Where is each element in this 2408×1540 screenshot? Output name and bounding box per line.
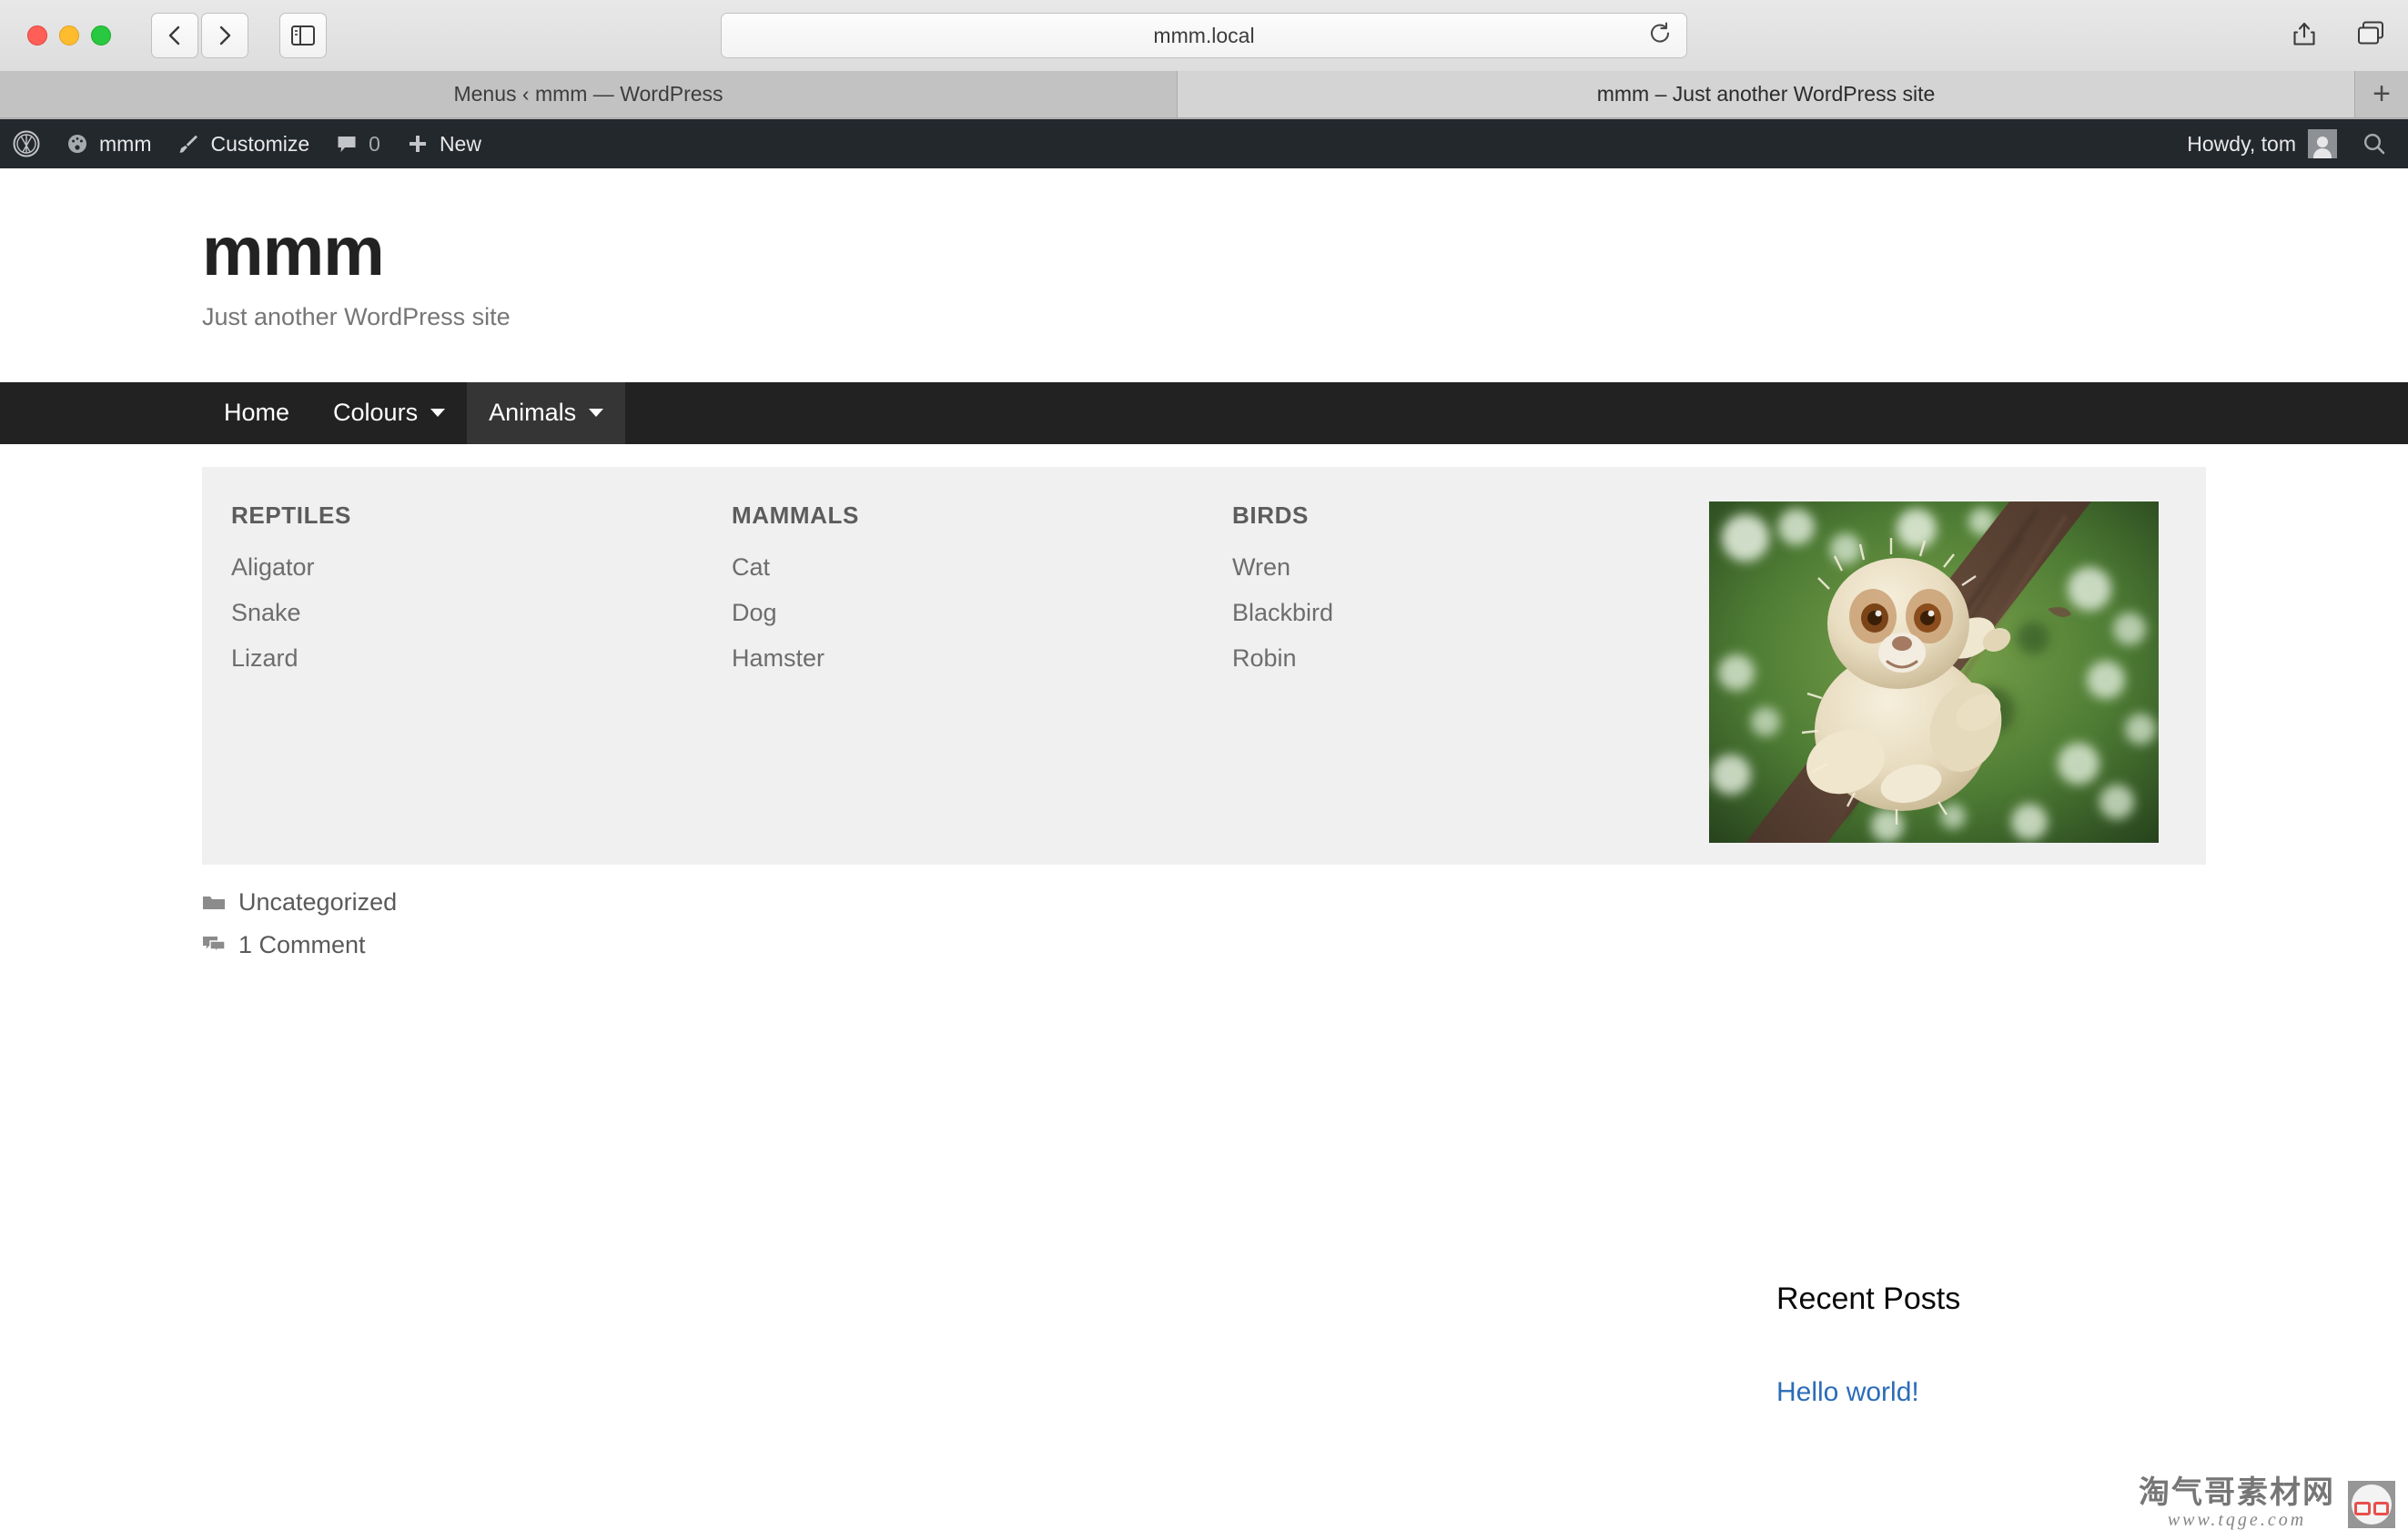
post-meta-category[interactable]: Uncategorized	[202, 888, 1658, 917]
nav-item-label: Colours	[333, 399, 419, 427]
show-all-tabs-button[interactable]	[2357, 21, 2384, 51]
watermark-url: www.tqge.com	[2167, 1510, 2307, 1530]
forward-button[interactable]	[201, 13, 248, 58]
mega-menu-link[interactable]: Blackbird	[1232, 599, 1704, 627]
adminbar-new-label: New	[439, 131, 481, 156]
mega-menu-heading: REPTILES	[231, 502, 351, 529]
adminbar-site-name[interactable]: mmm	[53, 119, 164, 168]
widget-title: Recent Posts	[1776, 1281, 1961, 1316]
adminbar-site-name-label: mmm	[99, 131, 152, 156]
dashboard-icon	[66, 132, 89, 156]
recent-post-link[interactable]: Hello world!	[1776, 1377, 1919, 1407]
search-icon	[2363, 133, 2385, 155]
adminbar-right-group: Howdy, tom	[2174, 119, 2408, 168]
paintbrush-icon	[177, 132, 200, 156]
mega-menu-link[interactable]: Wren	[1232, 553, 1704, 582]
wp-logo-menu[interactable]	[0, 119, 53, 168]
adminbar-comments-count: 0	[369, 131, 380, 156]
mega-menu-animals: REPTILES Aligator Snake Lizard MAMMALS C…	[202, 467, 2206, 865]
nav-item-label: Home	[224, 399, 290, 427]
minimize-window-button[interactable]	[59, 25, 79, 46]
wordpress-logo-icon	[13, 130, 40, 157]
comments-icon	[202, 935, 226, 955]
nav-item-animals[interactable]: Animals	[467, 381, 626, 444]
nav-item-home[interactable]: Home	[202, 382, 311, 444]
watermark: 淘气哥素材网 www.tqge.com	[2139, 1477, 2395, 1531]
adminbar-customize[interactable]: Customize	[164, 119, 322, 168]
site-header: mmm Just another WordPress site	[0, 168, 2408, 382]
browser-chrome: mmm.local Menus ‹ mmm — WordPress mmm – …	[0, 0, 2408, 119]
mega-menu-link[interactable]: Aligator	[231, 553, 703, 582]
toolbar-right-tools	[2292, 20, 2384, 52]
wp-admin-bar: mmm Customize 0 New Howdy, tom	[0, 119, 2408, 168]
window-traffic-lights	[27, 25, 111, 46]
post-meta-label: 1 Comment	[238, 930, 366, 958]
show-all-tabs-icon	[2358, 21, 2383, 45]
chevron-down-icon	[430, 409, 446, 418]
browser-tab-2[interactable]: mmm – Just another WordPress site	[1178, 71, 2355, 117]
nav-item-colours[interactable]: Colours	[311, 382, 467, 444]
comment-bubble-icon	[335, 132, 359, 156]
mega-menu-link[interactable]: Cat	[732, 553, 1203, 582]
post-meta-label: Uncategorized	[238, 887, 398, 916]
sidebar-toggle-button[interactable]	[279, 13, 327, 58]
new-tab-button[interactable]: +	[2355, 71, 2408, 117]
reload-icon	[1651, 22, 1670, 43]
share-icon	[2293, 22, 2315, 46]
post-meta-comments[interactable]: 1 Comment	[202, 931, 1658, 959]
mega-menu-link[interactable]: Snake	[231, 599, 703, 627]
watermark-text: 淘气哥素材网 www.tqge.com	[2139, 1477, 2335, 1531]
mega-menu-image[interactable]	[1709, 502, 2159, 843]
maximize-window-button[interactable]	[91, 25, 111, 46]
new-tab-label: +	[2373, 76, 2391, 111]
tab-bar: Menus ‹ mmm — WordPress mmm – Just anoth…	[0, 71, 2408, 118]
reload-button[interactable]	[1648, 22, 1672, 50]
address-bar[interactable]: mmm.local	[721, 13, 1687, 58]
adminbar-comments[interactable]: 0	[322, 119, 393, 168]
mega-menu-link[interactable]: Hamster	[732, 644, 1203, 673]
mega-menu-column-reptiles: REPTILES Aligator Snake Lizard	[202, 502, 703, 865]
chevron-left-icon	[168, 25, 180, 46]
glasses-logo-icon	[2348, 1480, 2395, 1528]
browser-toolbar: mmm.local	[0, 0, 2408, 71]
navigation-buttons	[151, 13, 248, 58]
mega-menu-column-mammals: MAMMALS Cat Dog Hamster	[703, 502, 1203, 865]
widget-recent-posts: Recent Posts Hello world!	[1776, 1282, 2322, 1408]
back-button[interactable]	[151, 13, 198, 58]
tab-title: Menus ‹ mmm — WordPress	[453, 82, 723, 106]
address-bar-container: mmm.local	[721, 13, 1687, 58]
site-tagline: Just another WordPress site	[202, 302, 511, 330]
adminbar-customize-label: Customize	[210, 131, 310, 156]
sidebar-toggle-icon	[291, 25, 315, 46]
chevron-down-icon	[589, 409, 604, 418]
browser-tab-1[interactable]: Menus ‹ mmm — WordPress	[0, 71, 1178, 117]
chevron-right-icon	[219, 25, 231, 46]
avatar	[2308, 129, 2337, 158]
mega-menu-link[interactable]: Dog	[732, 599, 1203, 627]
nav-item-label: Animals	[489, 399, 577, 427]
plus-icon	[406, 132, 430, 156]
mega-menu-link[interactable]: Lizard	[231, 644, 703, 673]
mega-menu-heading: MAMMALS	[732, 502, 859, 529]
adminbar-new-content[interactable]: New	[393, 119, 494, 168]
site-title[interactable]: mmm	[202, 216, 2408, 289]
howdy-label: Howdy, tom	[2187, 131, 2296, 156]
url-text: mmm.local	[1153, 23, 1255, 47]
share-button[interactable]	[2292, 20, 2317, 52]
primary-navigation: Home Colours Animals	[0, 381, 2408, 444]
mega-menu-column-birds: BIRDS Wren Blackbird Robin	[1203, 502, 1704, 865]
adminbar-search-button[interactable]	[2350, 130, 2408, 157]
mega-menu-link[interactable]: Robin	[1232, 644, 1704, 673]
slow-loris-photo	[1709, 502, 2159, 843]
category-folder-icon	[202, 893, 226, 911]
close-window-button[interactable]	[27, 25, 47, 46]
tab-title: mmm – Just another WordPress site	[1596, 82, 1936, 106]
mega-menu-heading: BIRDS	[1232, 502, 1309, 529]
watermark-cn-text: 淘气哥素材网	[2139, 1475, 2335, 1511]
adminbar-my-account[interactable]: Howdy, tom	[2174, 129, 2350, 158]
